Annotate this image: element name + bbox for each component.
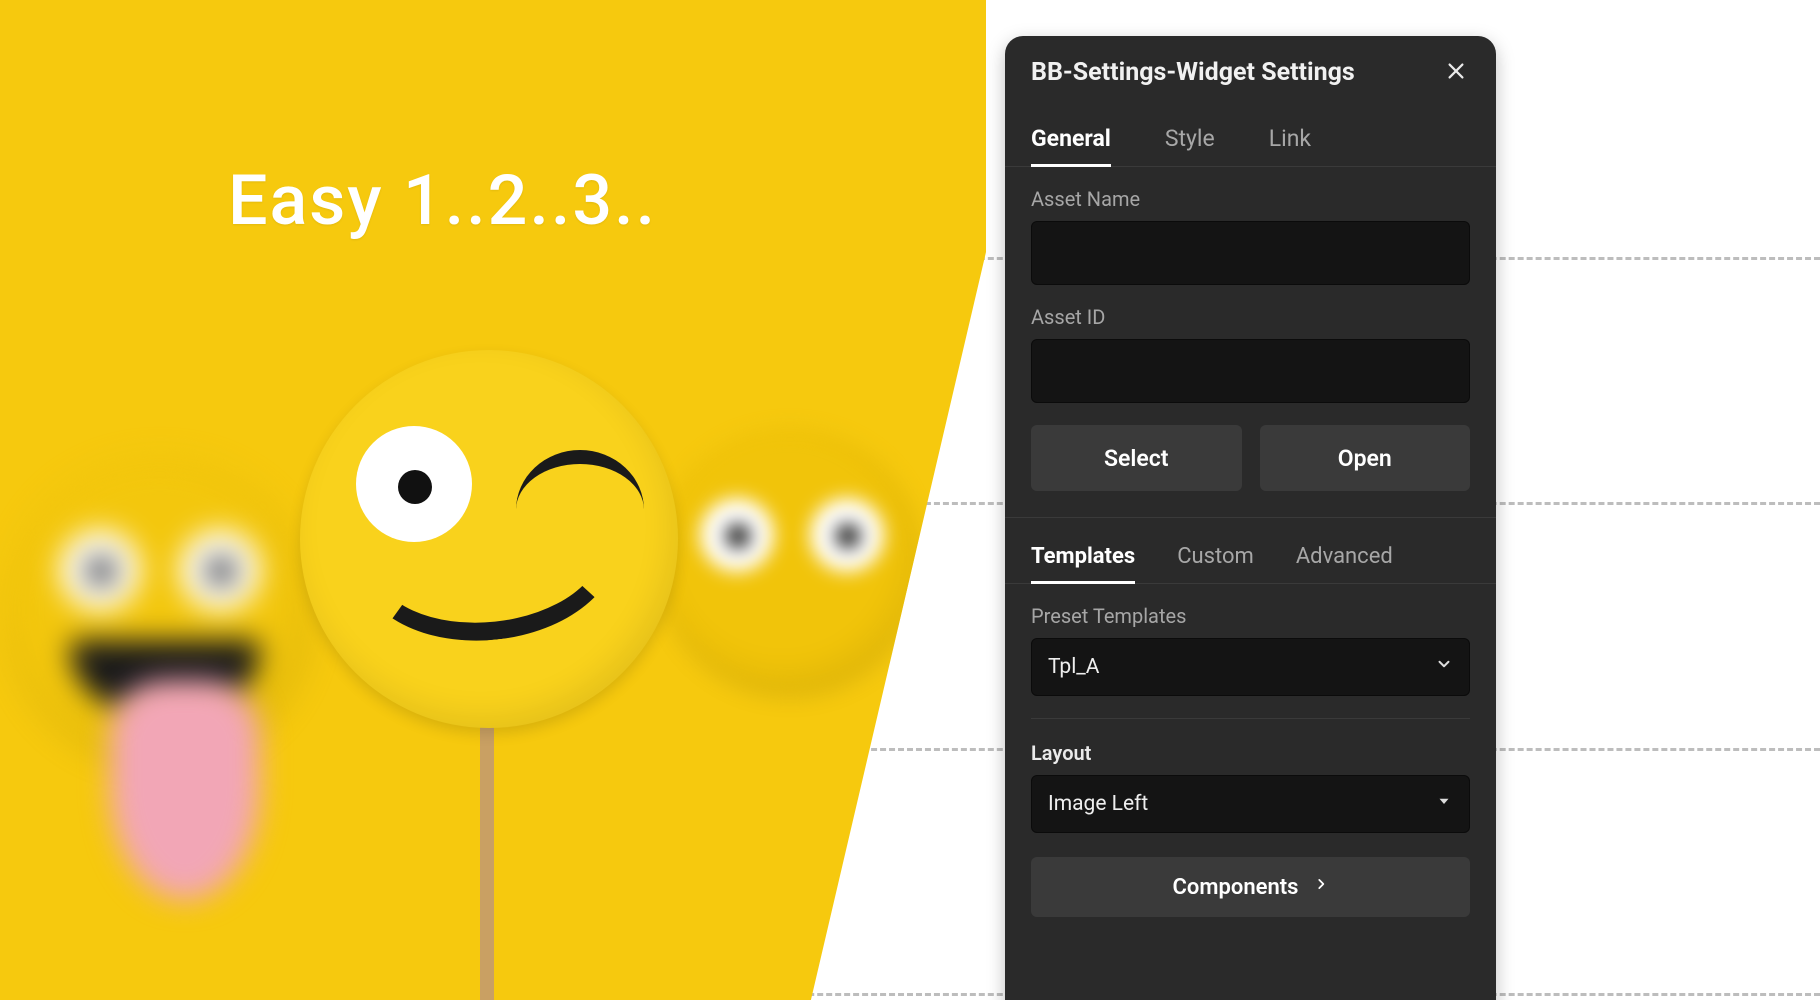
asset-name-input[interactable] [1031, 221, 1470, 285]
open-button[interactable]: Open [1260, 425, 1471, 491]
chevron-right-icon [1314, 873, 1328, 901]
preset-templates-select[interactable]: Tpl_A [1031, 638, 1470, 696]
asset-name-section: Asset Name [1005, 167, 1496, 285]
components-label: Components [1173, 875, 1299, 900]
asset-id-label: Asset ID [1031, 305, 1470, 329]
components-button[interactable]: Components [1031, 857, 1470, 917]
close-button[interactable] [1442, 59, 1470, 87]
stage: Easy 1..2..3.. BB-Settings-Widget Settin… [0, 0, 1820, 1000]
hero-image-area: Easy 1..2..3.. [0, 0, 986, 1000]
settings-panel: BB-Settings-Widget Settings General Styl… [1005, 36, 1496, 1000]
asset-name-label: Asset Name [1031, 187, 1470, 211]
hero-background: Easy 1..2..3.. [0, 0, 986, 1000]
tab-link[interactable]: Link [1269, 125, 1311, 166]
asset-id-input[interactable] [1031, 339, 1470, 403]
tab-advanced[interactable]: Advanced [1296, 544, 1393, 583]
primary-tabs: General Style Link [1005, 97, 1496, 167]
preset-templates-label: Preset Templates [1031, 604, 1470, 628]
emoji-wink-face [300, 350, 678, 728]
close-icon [1445, 60, 1467, 86]
emoji-tongue [110, 680, 260, 900]
asset-id-section: Asset ID [1005, 285, 1496, 403]
triangle-down-icon [1435, 792, 1453, 816]
tab-custom[interactable]: Custom [1177, 544, 1254, 583]
layout-select[interactable]: Image Left [1031, 775, 1470, 833]
tab-templates[interactable]: Templates [1031, 544, 1135, 583]
asset-button-row: Select Open [1005, 403, 1496, 518]
preset-templates-section: Preset Templates Tpl_A [1005, 584, 1496, 719]
emoji-stick [480, 680, 494, 1000]
tab-style[interactable]: Style [1165, 125, 1215, 166]
secondary-tabs: Templates Custom Advanced [1005, 518, 1496, 584]
layout-label: Layout [1031, 741, 1470, 765]
select-button[interactable]: Select [1031, 425, 1242, 491]
layout-value: Image Left [1048, 792, 1148, 816]
hero-title: Easy 1..2..3.. [228, 160, 657, 242]
preset-templates-value: Tpl_A [1048, 655, 1100, 679]
tab-general[interactable]: General [1031, 125, 1111, 166]
panel-header: BB-Settings-Widget Settings [1005, 36, 1496, 97]
emoji-blur-right [660, 430, 920, 690]
layout-section: Layout Image Left [1005, 719, 1496, 833]
panel-title: BB-Settings-Widget Settings [1031, 58, 1355, 87]
chevron-down-icon [1435, 655, 1453, 679]
